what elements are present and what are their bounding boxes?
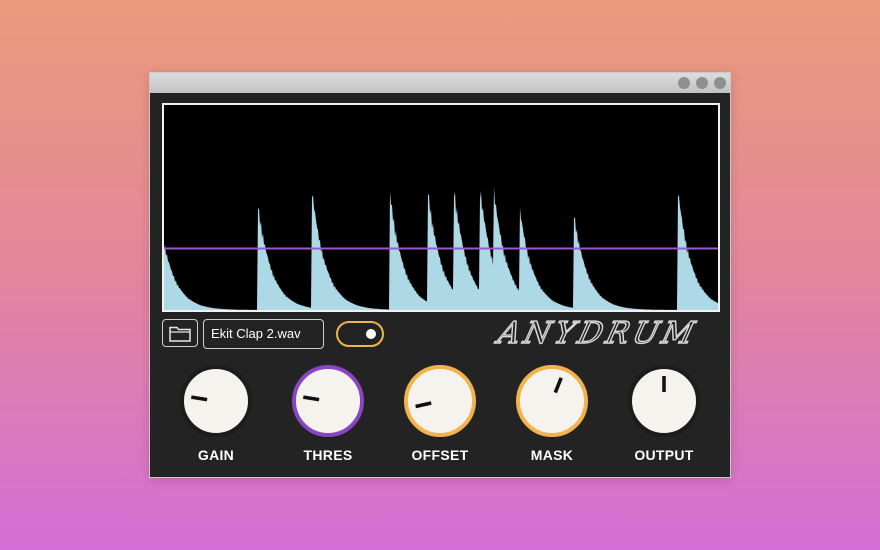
knob-label: OFFSET: [411, 447, 469, 463]
offset-knob-dial[interactable]: [404, 365, 476, 437]
knob-label: OUTPUT: [634, 447, 694, 463]
knob-label: THRES: [303, 447, 353, 463]
knob-offset: OFFSET: [394, 365, 484, 465]
waveform-svg: [164, 186, 718, 310]
knob-indicator: [415, 401, 432, 409]
folder-icon: [169, 326, 191, 342]
anydrum-logo: ANYDRUM: [492, 313, 714, 355]
waveform-display: [162, 103, 720, 312]
toggle-knob: [366, 329, 376, 339]
open-file-button[interactable]: [162, 319, 198, 347]
file-name-field[interactable]: Ekit Clap 2.wav: [203, 319, 324, 349]
knob-output: OUTPUT: [618, 365, 708, 465]
knob-indicator: [191, 395, 208, 402]
svg-text:ANYDRUM: ANYDRUM: [492, 316, 701, 350]
knob-mask: MASK: [506, 365, 596, 465]
plugin-window: Ekit Clap 2.wav ANYDRUM GAIN THRES OFFSET M…: [149, 72, 731, 478]
knob-label: GAIN: [197, 447, 235, 463]
knob-label: MASK: [530, 447, 574, 463]
knob-thres: THRES: [282, 365, 372, 465]
output-knob-dial[interactable]: [628, 365, 700, 437]
window-control-dot[interactable]: [678, 77, 690, 89]
knob-gain: GAIN: [170, 365, 260, 465]
mode-toggle[interactable]: [336, 321, 384, 347]
thres-knob-dial[interactable]: [292, 365, 364, 437]
title-bar[interactable]: [150, 73, 730, 93]
window-control-dot[interactable]: [714, 77, 726, 89]
gain-knob-dial[interactable]: [180, 365, 252, 437]
mask-knob-dial[interactable]: [516, 365, 588, 437]
knob-indicator: [553, 377, 563, 394]
knob-indicator: [303, 395, 320, 402]
window-control-dot[interactable]: [696, 77, 708, 89]
knob-indicator: [662, 376, 666, 392]
